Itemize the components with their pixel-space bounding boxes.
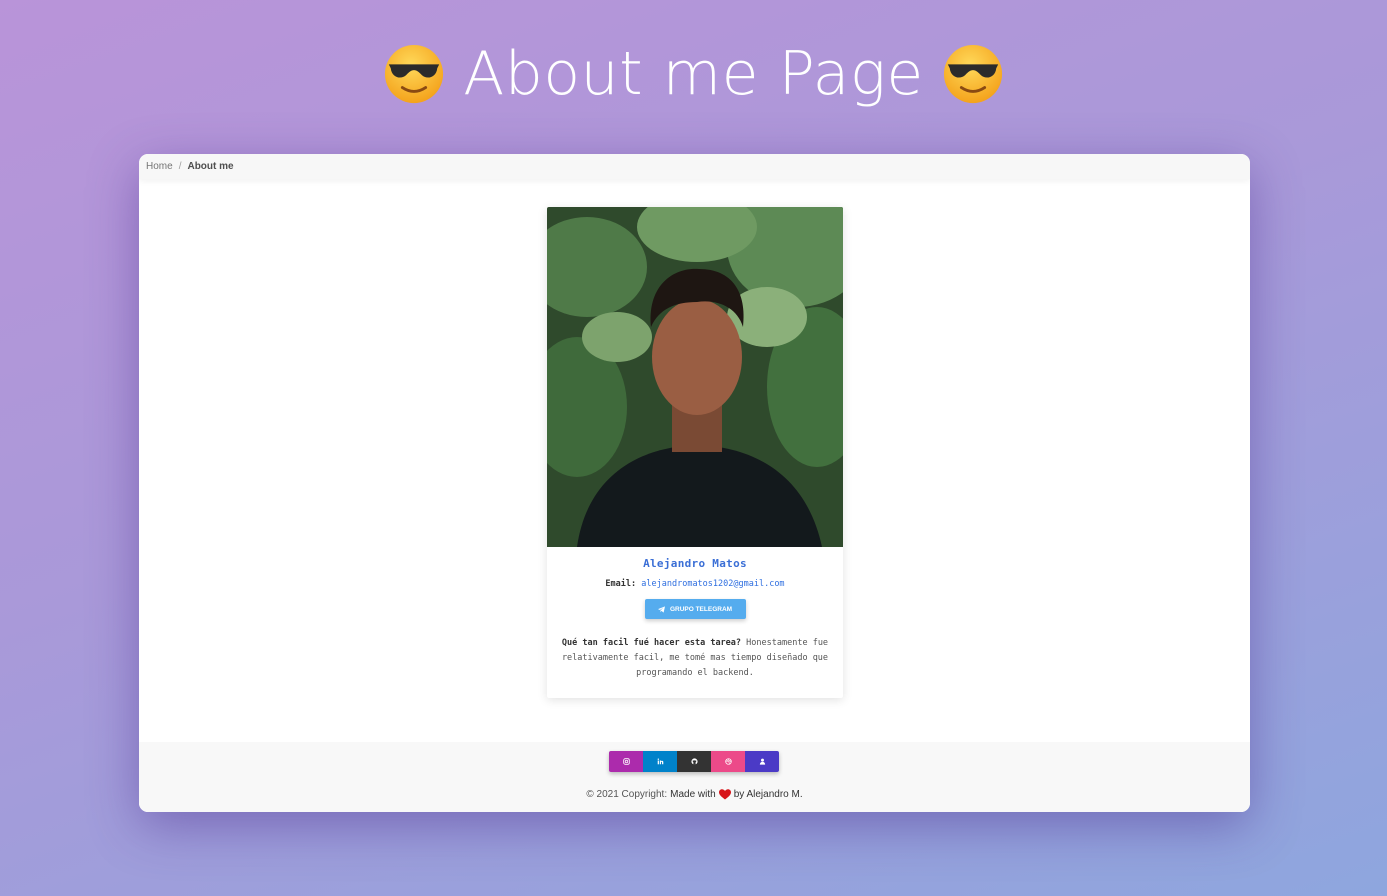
linkedin-button[interactable]: [643, 751, 677, 772]
profile-name: Alejandro Matos: [643, 557, 747, 570]
heart-icon: [718, 789, 731, 800]
telegram-group-button[interactable]: GRUPO TELEGRAM: [644, 599, 746, 619]
copyright-prefix: © 2021 Copyright:: [586, 789, 668, 800]
breadcrumb-separator: /: [178, 161, 182, 172]
github-icon: [690, 758, 698, 765]
copyright: © 2021 Copyright: Made with by Alejandro…: [139, 789, 1250, 800]
user-icon: [759, 758, 765, 765]
profile-card: Alejandro Matos Email: alejandromatos120…: [547, 207, 843, 698]
question-label: Qué tan facil fué hacer esta tarea?: [561, 638, 742, 648]
made-with-text: Made with: [670, 789, 716, 800]
sunglasses-face-icon: [385, 44, 444, 104]
breadcrumb: Home / About me: [139, 154, 1250, 179]
telegram-button-label: GRUPO TELEGRAM: [669, 605, 733, 613]
email-link[interactable]: alejandromatos1202@gmail.com: [641, 579, 784, 589]
social-buttons: [609, 751, 779, 772]
dribbble-button[interactable]: [711, 751, 745, 772]
instagram-button[interactable]: [609, 751, 643, 772]
main-window: Home / About me Alejandro Matos Email: a…: [139, 154, 1250, 812]
breadcrumb-current: About me: [187, 161, 234, 172]
author-text: by Alejandro M.: [733, 789, 803, 800]
email-line: Email: alejandromatos1202@gmail.com: [547, 579, 843, 589]
profile-button[interactable]: [745, 751, 779, 772]
dribbble-icon: [724, 758, 732, 765]
page-title-text: About me Page: [463, 39, 924, 109]
question-text: Qué tan facil fué hacer esta tarea? Hone…: [557, 636, 833, 681]
breadcrumb-home-link[interactable]: Home: [146, 161, 173, 172]
instagram-icon: [622, 758, 630, 765]
linkedin-icon: [657, 758, 663, 765]
github-button[interactable]: [677, 751, 711, 772]
sunglasses-face-icon: [943, 44, 1002, 104]
profile-photo: [547, 207, 843, 547]
telegram-icon: [657, 605, 665, 613]
email-label: Email:: [605, 579, 637, 589]
page-title: About me Page: [0, 34, 1387, 114]
footer: © 2021 Copyright: Made with by Alejandro…: [139, 742, 1250, 812]
